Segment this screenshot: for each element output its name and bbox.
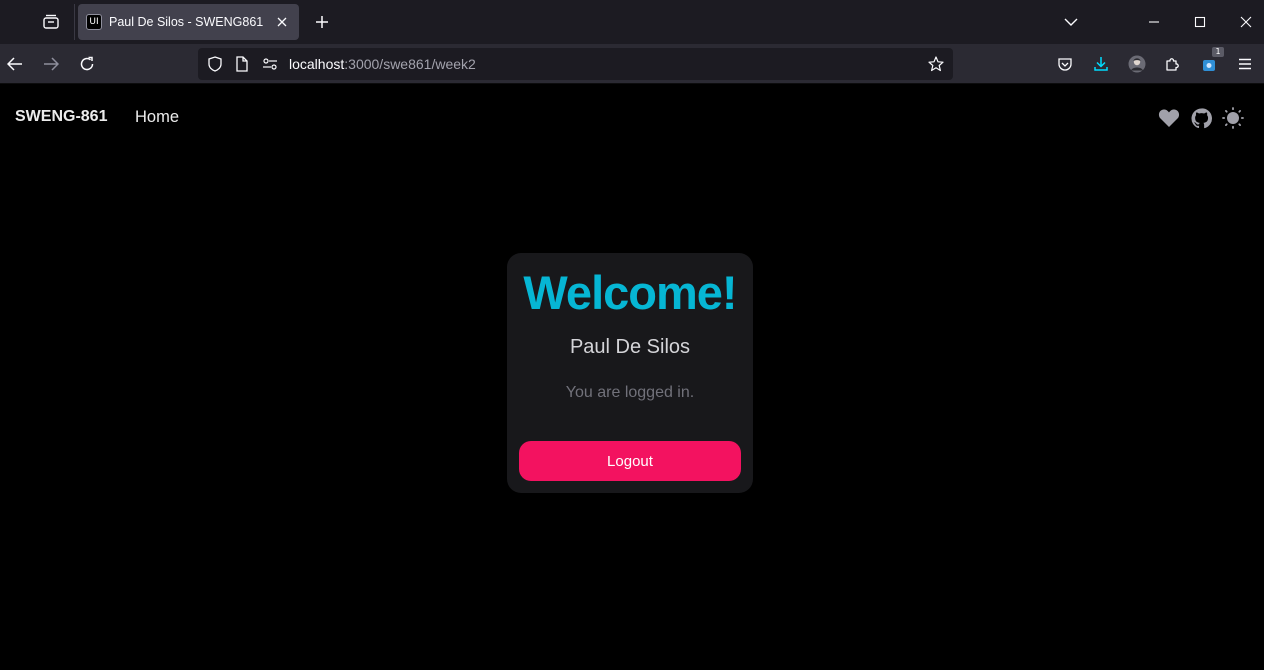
site-brand[interactable]: SWENG-861 [15, 108, 107, 126]
welcome-heading: Welcome! [523, 266, 737, 319]
url-text[interactable]: localhost:3000/swe861/week2 [289, 56, 476, 72]
tab-strip-divider [74, 4, 75, 40]
page-body: SWENG-861 Home Welcome! Paul De Silos Yo… [0, 85, 1264, 670]
minimize-icon[interactable] [1139, 7, 1169, 37]
bookmark-star-icon[interactable] [928, 56, 944, 72]
list-all-tabs-chevron-down-icon[interactable] [1056, 7, 1086, 37]
maximize-icon[interactable] [1185, 7, 1215, 37]
browser-nav-toolbar: localhost:3000/swe861/week2 1 [0, 44, 1264, 84]
nav-home-link[interactable]: Home [135, 108, 179, 127]
extension-icon[interactable]: 1 [1197, 47, 1224, 76]
extensions-puzzle-icon[interactable] [1161, 52, 1185, 76]
hamburger-menu-icon[interactable] [1233, 52, 1257, 76]
tabs-list-icon[interactable] [36, 8, 66, 36]
browser-tab-strip: UI Paul De Silos - SWENG861 [0, 0, 1264, 44]
tab-title: Paul De Silos - SWENG861 [109, 15, 264, 29]
close-window-icon[interactable] [1231, 7, 1261, 37]
page-icon[interactable] [234, 56, 250, 72]
forward-arrow-right-icon[interactable] [37, 50, 65, 78]
url-path: :3000/swe861/week2 [344, 56, 476, 72]
welcome-card: Welcome! Paul De Silos You are logged in… [507, 253, 753, 493]
logout-button[interactable]: Logout [519, 441, 741, 481]
user-name: Paul De Silos [569, 336, 691, 358]
url-bar[interactable]: localhost:3000/swe861/week2 [198, 48, 953, 80]
tab-favicon: UI [86, 14, 102, 30]
close-tab-icon[interactable] [273, 13, 291, 31]
permissions-icon[interactable] [262, 56, 278, 72]
sponsor-heart-icon[interactable] [1157, 106, 1181, 130]
back-arrow-left-icon[interactable] [1, 50, 29, 78]
github-icon[interactable] [1189, 106, 1213, 130]
pocket-icon[interactable] [1053, 52, 1077, 76]
login-status-text: You are logged in. [565, 384, 695, 401]
reload-icon[interactable] [73, 50, 101, 78]
new-tab-plus-icon[interactable] [309, 9, 335, 35]
extension-badge: 1 [1212, 47, 1224, 57]
avatar[interactable] [1125, 52, 1149, 76]
download-icon[interactable] [1089, 52, 1113, 76]
url-host: localhost [289, 56, 345, 72]
theme-toggle-sun-icon[interactable] [1221, 106, 1245, 130]
shield-icon[interactable] [207, 56, 223, 72]
browser-tab-active[interactable]: UI Paul De Silos - SWENG861 [78, 4, 299, 40]
